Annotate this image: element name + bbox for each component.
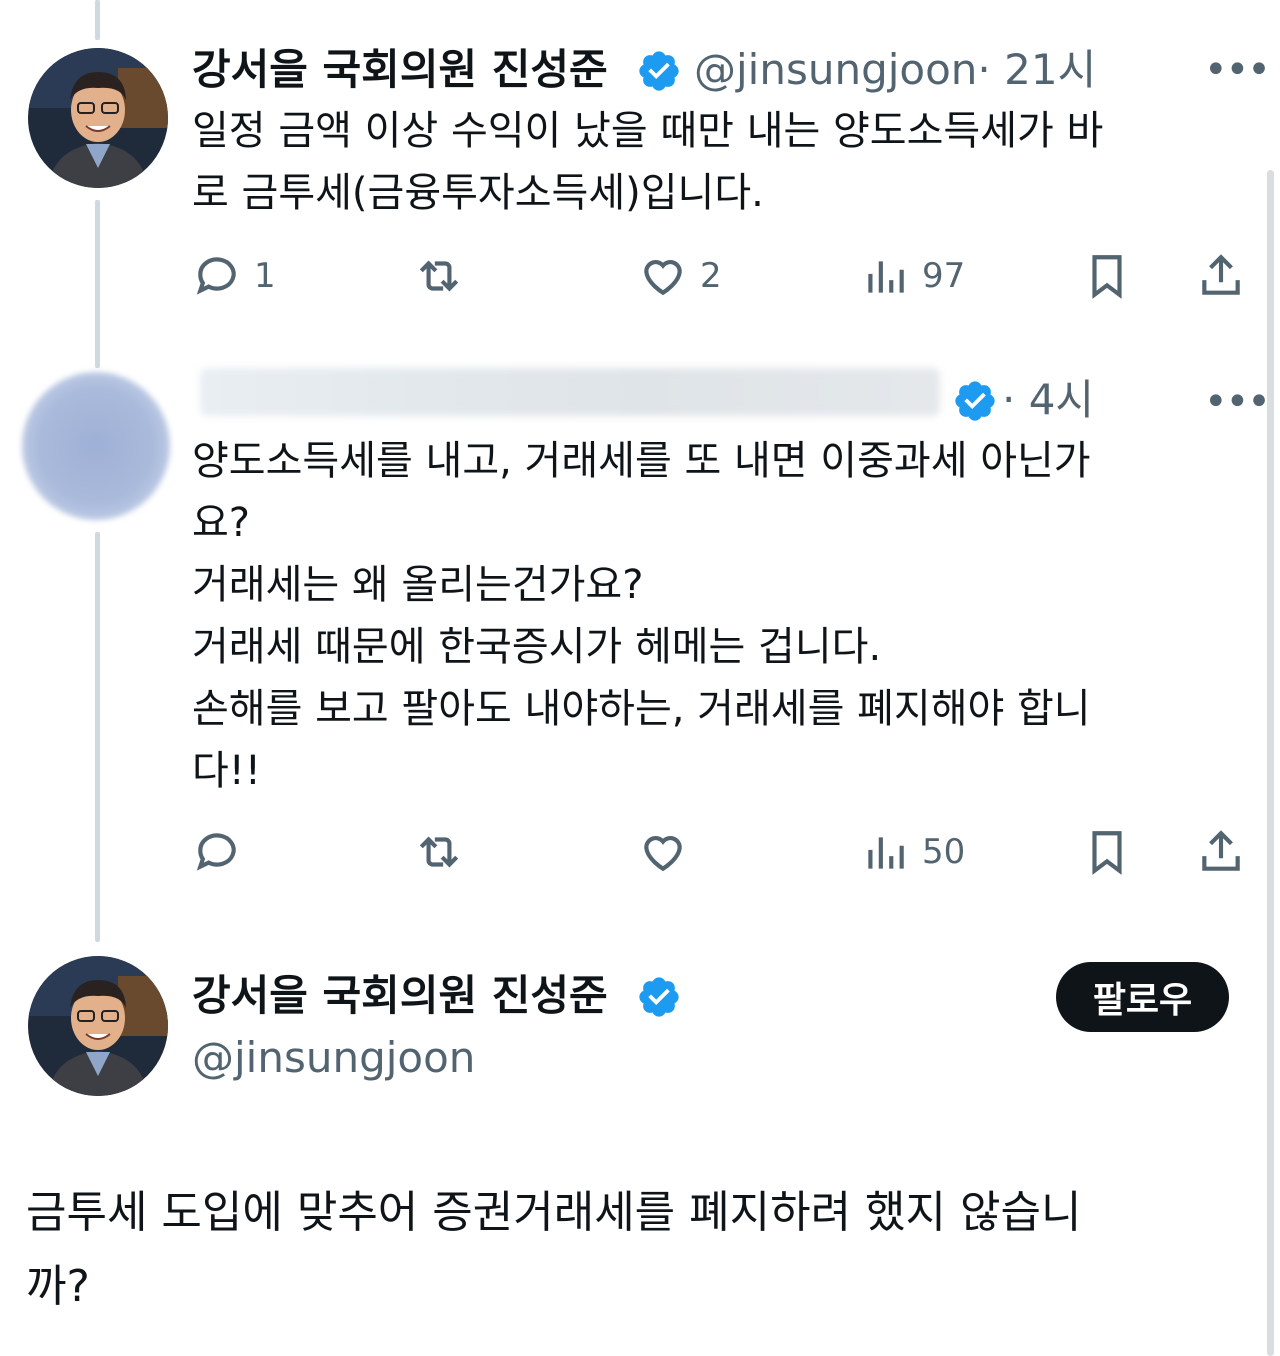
- bookmark-button[interactable]: [1082, 822, 1132, 882]
- heart-icon: [644, 836, 682, 872]
- share-button[interactable]: [1196, 822, 1246, 882]
- reply-count: 1: [254, 256, 276, 296]
- verified-badge-icon: [955, 381, 995, 421]
- retweet-button[interactable]: [414, 246, 464, 306]
- reply-button[interactable]: [192, 822, 242, 882]
- more-options-icon[interactable]: •••: [1204, 382, 1271, 422]
- view-count: 97: [922, 256, 966, 296]
- tweet-actions: 1 2 97: [192, 246, 1252, 306]
- avatar[interactable]: [28, 956, 168, 1096]
- retweet-icon: [419, 260, 459, 292]
- views-button[interactable]: 97: [860, 246, 965, 306]
- reply-icon: [196, 257, 236, 295]
- tweet-text: 양도소득세를 내고, 거래세를 또 내면 이중과세 아닌가 요? 거래세는 왜 …: [192, 438, 1091, 794]
- tweet-text: 금투세 도입에 맞추어 증권거래세를 폐지하려 했지 않습니 까?: [26, 1187, 1082, 1312]
- scrollbar[interactable]: [1267, 170, 1274, 1356]
- author-name[interactable]: 강서을 국회의원 진성준: [192, 44, 608, 96]
- share-icon: [1202, 830, 1240, 871]
- heart-icon: [644, 260, 682, 296]
- like-count: 2: [700, 256, 722, 296]
- view-count: 50: [922, 832, 966, 872]
- avatar[interactable]: [28, 48, 168, 188]
- verified-badge-icon: [639, 51, 679, 91]
- retweet-button[interactable]: [414, 822, 464, 882]
- tweet-actions: 50: [192, 822, 1252, 882]
- tweet-time[interactable]: · 4시: [1002, 374, 1094, 426]
- author-handle[interactable]: @jinsungjoon· 21시: [694, 44, 1096, 96]
- bookmark-icon: [1092, 255, 1122, 299]
- reply-icon: [196, 833, 236, 871]
- verified-badge-icon: [639, 977, 679, 1017]
- share-icon: [1202, 254, 1240, 295]
- reply-button[interactable]: 1: [192, 246, 276, 306]
- like-button[interactable]: 2: [638, 246, 722, 306]
- thread-line-1: [95, 200, 100, 368]
- thread-line-2: [95, 532, 100, 942]
- more-options-icon[interactable]: •••: [1204, 50, 1271, 90]
- retweet-icon: [419, 836, 459, 868]
- author-handle[interactable]: @jinsungjoon: [192, 1032, 475, 1084]
- follow-button[interactable]: 팔로우: [1056, 962, 1229, 1032]
- tweet-text: 일정 금액 이상 수익이 났을 때만 내는 양도소득세가 바 로 금투세(금융투…: [192, 108, 1104, 216]
- thread-line-top: [95, 0, 100, 40]
- author-name[interactable]: 강서을 국회의원 진성준: [192, 970, 608, 1022]
- share-button[interactable]: [1196, 246, 1246, 306]
- author-name-blurred[interactable]: [200, 368, 940, 416]
- views-button[interactable]: 50: [860, 822, 965, 882]
- bookmark-icon: [1092, 831, 1122, 875]
- bookmark-button[interactable]: [1082, 246, 1132, 306]
- views-icon: [868, 837, 904, 869]
- avatar-blurred[interactable]: [22, 372, 170, 520]
- views-icon: [868, 261, 904, 293]
- tweet-time[interactable]: · 21시: [977, 45, 1096, 94]
- like-button[interactable]: [638, 822, 688, 882]
